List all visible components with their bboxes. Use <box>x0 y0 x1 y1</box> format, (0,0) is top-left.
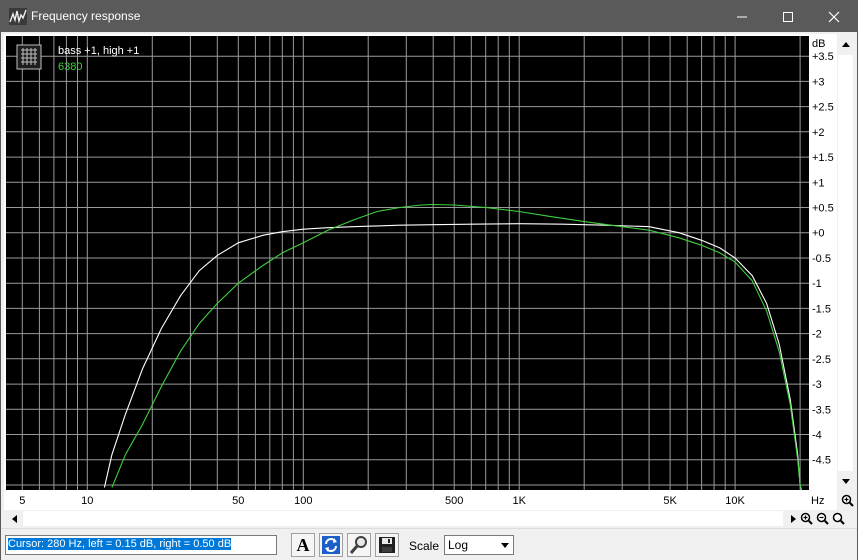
scale-select-value: Log <box>448 538 469 552</box>
maximize-button[interactable] <box>765 1 811 32</box>
frequency-response-window: Frequency response +3.5 +3 +2.5 +2 +1.5 +1 +0.… <box>0 0 858 560</box>
y-tick-label: +1 <box>812 177 825 189</box>
y-tick-label: +0.5 <box>812 203 834 215</box>
y-tick-label: +2.5 <box>812 102 834 114</box>
zoom-out-button[interactable] <box>814 510 830 527</box>
horizontal-scroll-thumb[interactable] <box>23 511 783 526</box>
x-tick-label: 500 <box>445 495 463 507</box>
arrow-down-icon <box>841 478 850 484</box>
y-tick-label: -4.5 <box>812 455 831 467</box>
zoom-reset-button[interactable] <box>830 510 846 527</box>
vertical-scroll-thumb[interactable] <box>838 55 853 471</box>
status-bar: Cursor: 280 Hz, left = 0.15 dB, right = … <box>1 528 857 560</box>
plot-canvas <box>6 36 809 490</box>
y-tick-label: +2 <box>812 127 825 139</box>
y-tick-label: -4 <box>812 430 822 442</box>
y-tick-label: -2 <box>812 329 822 341</box>
x-axis-unit: Hz <box>811 495 824 507</box>
title-bar[interactable]: Frequency response <box>1 1 857 32</box>
y-tick-label: +3 <box>812 76 825 88</box>
x-tick-label: 50 <box>232 495 244 507</box>
arrow-right-icon <box>790 514 796 523</box>
y-tick-label: +0 <box>812 228 825 240</box>
horizontal-scrollbar[interactable] <box>5 510 801 527</box>
zoom-controls <box>798 510 856 528</box>
frequency-response-chart[interactable]: +3.5 +3 +2.5 +2 +1.5 +1 +0.5 +0 -0.5 -1 -1.5 -2 -2.5… <box>4 34 837 510</box>
zoom-in-vertical-button[interactable] <box>839 492 855 508</box>
y-tick-label: -0.5 <box>812 253 831 265</box>
close-icon <box>828 11 840 22</box>
save-button[interactable] <box>375 533 399 557</box>
zoom-out-icon <box>816 512 829 525</box>
x-tick-label: 5 <box>19 495 25 507</box>
font-icon: A <box>296 534 310 555</box>
zoom-reset-icon <box>832 512 845 525</box>
x-tick-label: 10 <box>81 495 93 507</box>
x-tick-label: 100 <box>294 495 312 507</box>
y-axis-labels: +3.5 +3 +2.5 +2 +1.5 +1 +0.5 +0 -0.5 -1 -1.5 -2 -2.5… <box>812 51 834 467</box>
arrow-up-icon <box>841 41 850 47</box>
search-button[interactable] <box>347 533 371 557</box>
scroll-down-button[interactable] <box>837 473 854 490</box>
zoom-in-icon <box>800 512 813 525</box>
y-tick-label: -3.5 <box>812 404 831 416</box>
refresh-button[interactable] <box>319 533 343 557</box>
minimize-button[interactable] <box>719 1 765 32</box>
minimize-icon <box>737 16 747 17</box>
scroll-left-button[interactable] <box>5 510 22 527</box>
y-tick-label: -2.5 <box>812 354 831 366</box>
plot-area[interactable]: +3.5 +3 +2.5 +2 +1.5 +1 +0.5 +0 -0.5 -1 -1.5 -2 -2.5… <box>4 34 853 510</box>
app-icon <box>9 8 27 25</box>
y-tick-label: -1 <box>812 278 822 290</box>
arrow-left-icon <box>11 514 17 523</box>
cursor-readout-field[interactable]: Cursor: 280 Hz, left = 0.15 dB, right = … <box>5 535 277 555</box>
vertical-scrollbar[interactable] <box>837 35 855 491</box>
y-tick-label: +1.5 <box>812 152 834 164</box>
save-icon <box>379 537 395 553</box>
window-title: Frequency response <box>31 9 141 23</box>
close-button[interactable] <box>811 1 857 32</box>
x-tick-label: 1K <box>512 495 526 507</box>
dropdown-arrow-icon <box>497 536 513 554</box>
y-tick-label: -1.5 <box>812 303 831 315</box>
zoom-in-button[interactable] <box>798 510 814 527</box>
zoom-in-icon <box>841 494 854 507</box>
x-tick-label: 10K <box>725 495 745 507</box>
scale-label: Scale <box>409 539 440 553</box>
x-tick-label: 5K <box>663 495 677 507</box>
scroll-up-button[interactable] <box>837 35 854 52</box>
legend-entry-0: bass +1, high +1 <box>58 45 139 57</box>
legend-icon <box>16 44 42 70</box>
refresh-icon <box>322 536 340 554</box>
cursor-readout-text: Cursor: 280 Hz, left = 0.15 dB, right = … <box>8 538 232 550</box>
y-tick-label: -3 <box>812 379 822 391</box>
legend-entry-1: 6380 <box>58 61 82 73</box>
y-tick-label: +3.5 <box>812 51 834 63</box>
maximize-icon <box>783 11 793 22</box>
y-axis-unit: dB <box>812 38 825 50</box>
font-button[interactable]: A <box>291 533 315 557</box>
scale-select[interactable]: Log <box>444 535 514 555</box>
search-icon <box>349 536 367 554</box>
